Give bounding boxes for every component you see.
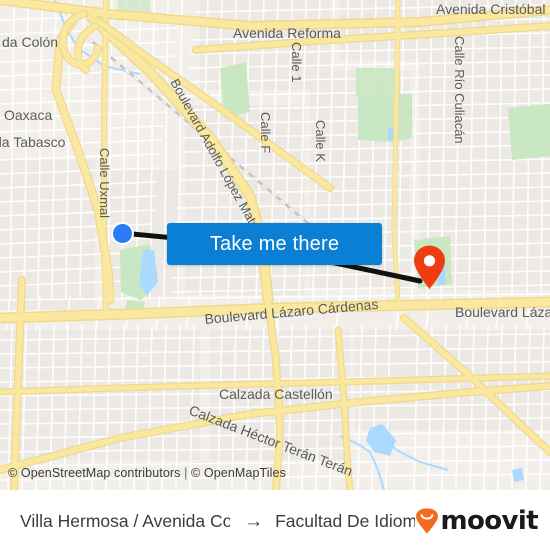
origin-marker[interactable]: [110, 221, 135, 246]
map-canvas[interactable]: da Colón Oaxaca da Tabasco Calle Uxmal B…: [0, 0, 550, 490]
route-summary-bar: Villa Hermosa / Avenida Cos… → Facultad …: [0, 490, 550, 550]
moovit-wordmark: moovit: [440, 506, 538, 536]
route-destination-label: Facultad De Idiom…: [275, 510, 416, 531]
svg-text:Boulevard Lázaro C: Boulevard Lázaro C: [455, 304, 550, 320]
attribution-separator: |: [184, 466, 188, 480]
svg-text:Calle Río Culiacán: Calle Río Culiacán: [452, 36, 467, 144]
moovit-logo: moovit: [415, 506, 539, 536]
svg-text:Calzada Castellón: Calzada Castellón: [219, 386, 333, 402]
svg-text:Calle Uxmal: Calle Uxmal: [97, 148, 112, 218]
svg-text:da Colón: da Colón: [2, 34, 58, 50]
attribution-tiles[interactable]: © OpenMapTiles: [191, 466, 286, 480]
take-me-there-button[interactable]: Take me there: [167, 223, 382, 265]
svg-text:Oaxaca: Oaxaca: [4, 107, 52, 123]
moovit-pin-icon: [416, 508, 439, 534]
arrow-right-icon: →: [244, 510, 264, 532]
svg-text:Calle 1: Calle 1: [289, 42, 304, 82]
map-attribution: © OpenStreetMap contributors | © OpenMap…: [8, 466, 286, 480]
route-origin-label: Villa Hermosa / Avenida Cos…: [20, 510, 231, 531]
svg-text:Avenida Cristóbal Co: Avenida Cristóbal Co: [436, 1, 550, 17]
svg-text:Avenida Reforma: Avenida Reforma: [233, 25, 341, 41]
svg-text:Calle F: Calle F: [258, 112, 273, 153]
svg-text:Calle K: Calle K: [313, 120, 328, 162]
svg-text:da Tabasco: da Tabasco: [0, 134, 66, 150]
moovit-map-screen: da Colón Oaxaca da Tabasco Calle Uxmal B…: [0, 0, 550, 550]
attribution-osm[interactable]: © OpenStreetMap contributors: [8, 466, 181, 480]
destination-marker[interactable]: [413, 245, 446, 290]
